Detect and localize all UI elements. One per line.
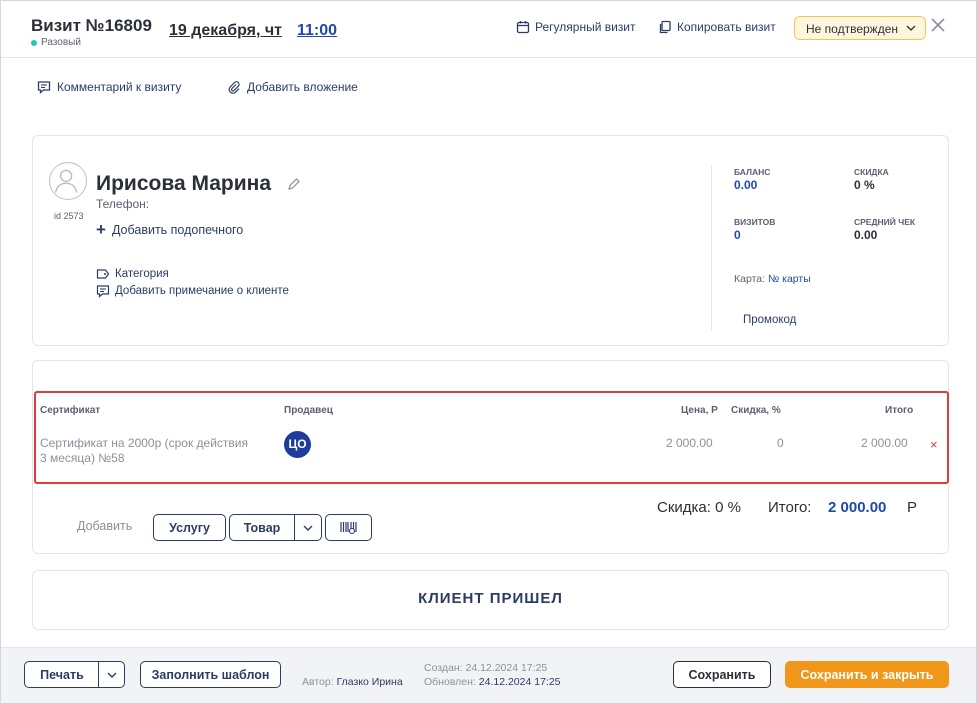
user-icon (54, 169, 78, 193)
copy-visit-button[interactable]: Копировать визит (658, 20, 776, 34)
col-certificate-header: Сертификат (40, 405, 101, 416)
visit-status-select[interactable]: Не подтвержден (794, 16, 926, 40)
author-label: Автор: (302, 676, 334, 688)
add-product-button[interactable]: Товар (229, 514, 295, 541)
item-name-line2[interactable]: 3 месяца) №58 (40, 451, 125, 465)
regular-visit-button[interactable]: Регулярный визит (516, 20, 636, 34)
copy-visit-label: Копировать визит (677, 20, 776, 34)
add-ward-button[interactable]: + Добавить подопечного (96, 220, 244, 239)
col-discount-header: Скидка, % (731, 405, 781, 416)
regular-visit-label: Регулярный визит (535, 20, 636, 34)
summary-total-value: 2 000.00 (828, 499, 887, 516)
updated-info: Обновлен: 24.12.2024 17:25 (424, 676, 561, 688)
created-value: 24.12.2024 17:25 (465, 662, 548, 674)
tag-icon (96, 269, 110, 279)
item-name-line1[interactable]: Сертификат на 2000р (срок действия (40, 436, 248, 450)
client-id: id 2573 (54, 211, 84, 221)
add-attachment-label: Добавить вложение (247, 80, 358, 94)
remove-item-icon[interactable]: × (930, 437, 938, 452)
client-name: Ирисова Марина (96, 172, 272, 195)
visit-date-link[interactable]: 19 декабря, чт (169, 22, 282, 40)
fill-template-button[interactable]: Заполнить шаблон (140, 661, 281, 688)
barcode-icon (339, 521, 357, 534)
category-label: Категория (115, 268, 169, 280)
print-dropdown[interactable] (98, 661, 125, 688)
note-icon (96, 285, 110, 298)
client-phone-label: Телефон: (96, 197, 150, 211)
visit-comment-label: Комментарий к визиту (57, 80, 182, 94)
col-total-header: Итого (885, 405, 914, 416)
client-card-number-row: Карта: № карты (734, 273, 811, 285)
add-service-button[interactable]: Услугу (153, 514, 226, 541)
summary-discount: Скидка: 0 % (657, 499, 741, 516)
author-value: Глазко Ирина (336, 676, 403, 688)
promo-code-link[interactable]: Промокод (743, 314, 796, 326)
created-label: Создан: (424, 662, 463, 674)
avg-check-label: СРЕДНИЙ ЧЕК (854, 217, 916, 227)
visit-time-link[interactable]: 11:00 (297, 22, 337, 40)
client-arrived-button[interactable]: КЛИЕНТ ПРИШЕЛ (32, 590, 949, 607)
add-product-dropdown[interactable] (294, 514, 322, 541)
card-number-link[interactable]: № карты (768, 273, 811, 285)
client-card (32, 135, 949, 346)
visit-type: Разовый (31, 37, 81, 48)
chevron-down-icon (906, 25, 916, 31)
discount-value: 0 % (854, 178, 875, 192)
visit-type-label: Разовый (41, 37, 81, 48)
add-ward-label: Добавить подопечного (111, 223, 244, 237)
chevron-down-icon (303, 525, 313, 531)
add-client-note-label: Добавить примечание о клиенте (115, 285, 289, 297)
visit-comment-button[interactable]: Комментарий к визиту (37, 80, 181, 94)
balance-value: 0.00 (734, 178, 758, 192)
add-attachment-button[interactable]: Добавить вложение (227, 80, 358, 94)
stats-divider (711, 166, 712, 330)
visits-value: 0 (734, 228, 741, 242)
visit-status-value: Не подтвержден (806, 22, 898, 36)
print-button[interactable]: Печать (24, 661, 100, 688)
visit-type-dot (31, 39, 37, 46)
summary-total-label: Итого: (768, 499, 812, 516)
updated-label: Обновлен: (424, 676, 476, 688)
author-info: Автор: Глазко Ирина (302, 676, 403, 688)
chevron-down-icon (107, 672, 116, 678)
client-avatar[interactable] (49, 162, 87, 200)
visits-label: ВИЗИТОВ (734, 217, 776, 227)
calendar-icon (516, 21, 530, 34)
balance-label: БАЛАНС (734, 167, 771, 177)
plus-icon: + (96, 220, 106, 239)
updated-value: 24.12.2024 17:25 (478, 676, 561, 688)
comment-icon (37, 81, 51, 94)
visit-modal: Визит №16809 Разовый 19 декабря, чт 11:0… (0, 0, 977, 703)
item-total: 2 000.00 (861, 436, 908, 450)
col-price-header: Цена, Р (681, 405, 718, 416)
summary-currency: Р (907, 499, 918, 516)
category-button[interactable]: Категория (96, 267, 169, 281)
close-icon[interactable] (929, 16, 947, 34)
paperclip-icon (228, 81, 240, 94)
discount-label: СКИДКА (854, 167, 889, 177)
created-info: Создан: 24.12.2024 17:25 (424, 662, 547, 674)
item-discount[interactable]: 0 (777, 436, 784, 450)
add-label: Добавить (77, 519, 133, 533)
avg-check-value: 0.00 (854, 228, 878, 242)
save-and-close-button[interactable]: Сохранить и закрыть (785, 661, 949, 688)
col-seller-header: Продавец (284, 405, 333, 416)
add-client-note-button[interactable]: Добавить примечание о клиенте (96, 284, 289, 298)
copy-icon (659, 20, 671, 34)
barcode-scan-button[interactable] (325, 514, 372, 541)
visit-title: Визит №16809 (31, 16, 152, 35)
seller-avatar[interactable]: ЦО (284, 431, 311, 458)
item-price: 2 000.00 (666, 436, 713, 450)
pencil-icon[interactable] (286, 177, 301, 192)
save-button[interactable]: Сохранить (673, 661, 771, 688)
card-label: Карта: (734, 273, 766, 285)
